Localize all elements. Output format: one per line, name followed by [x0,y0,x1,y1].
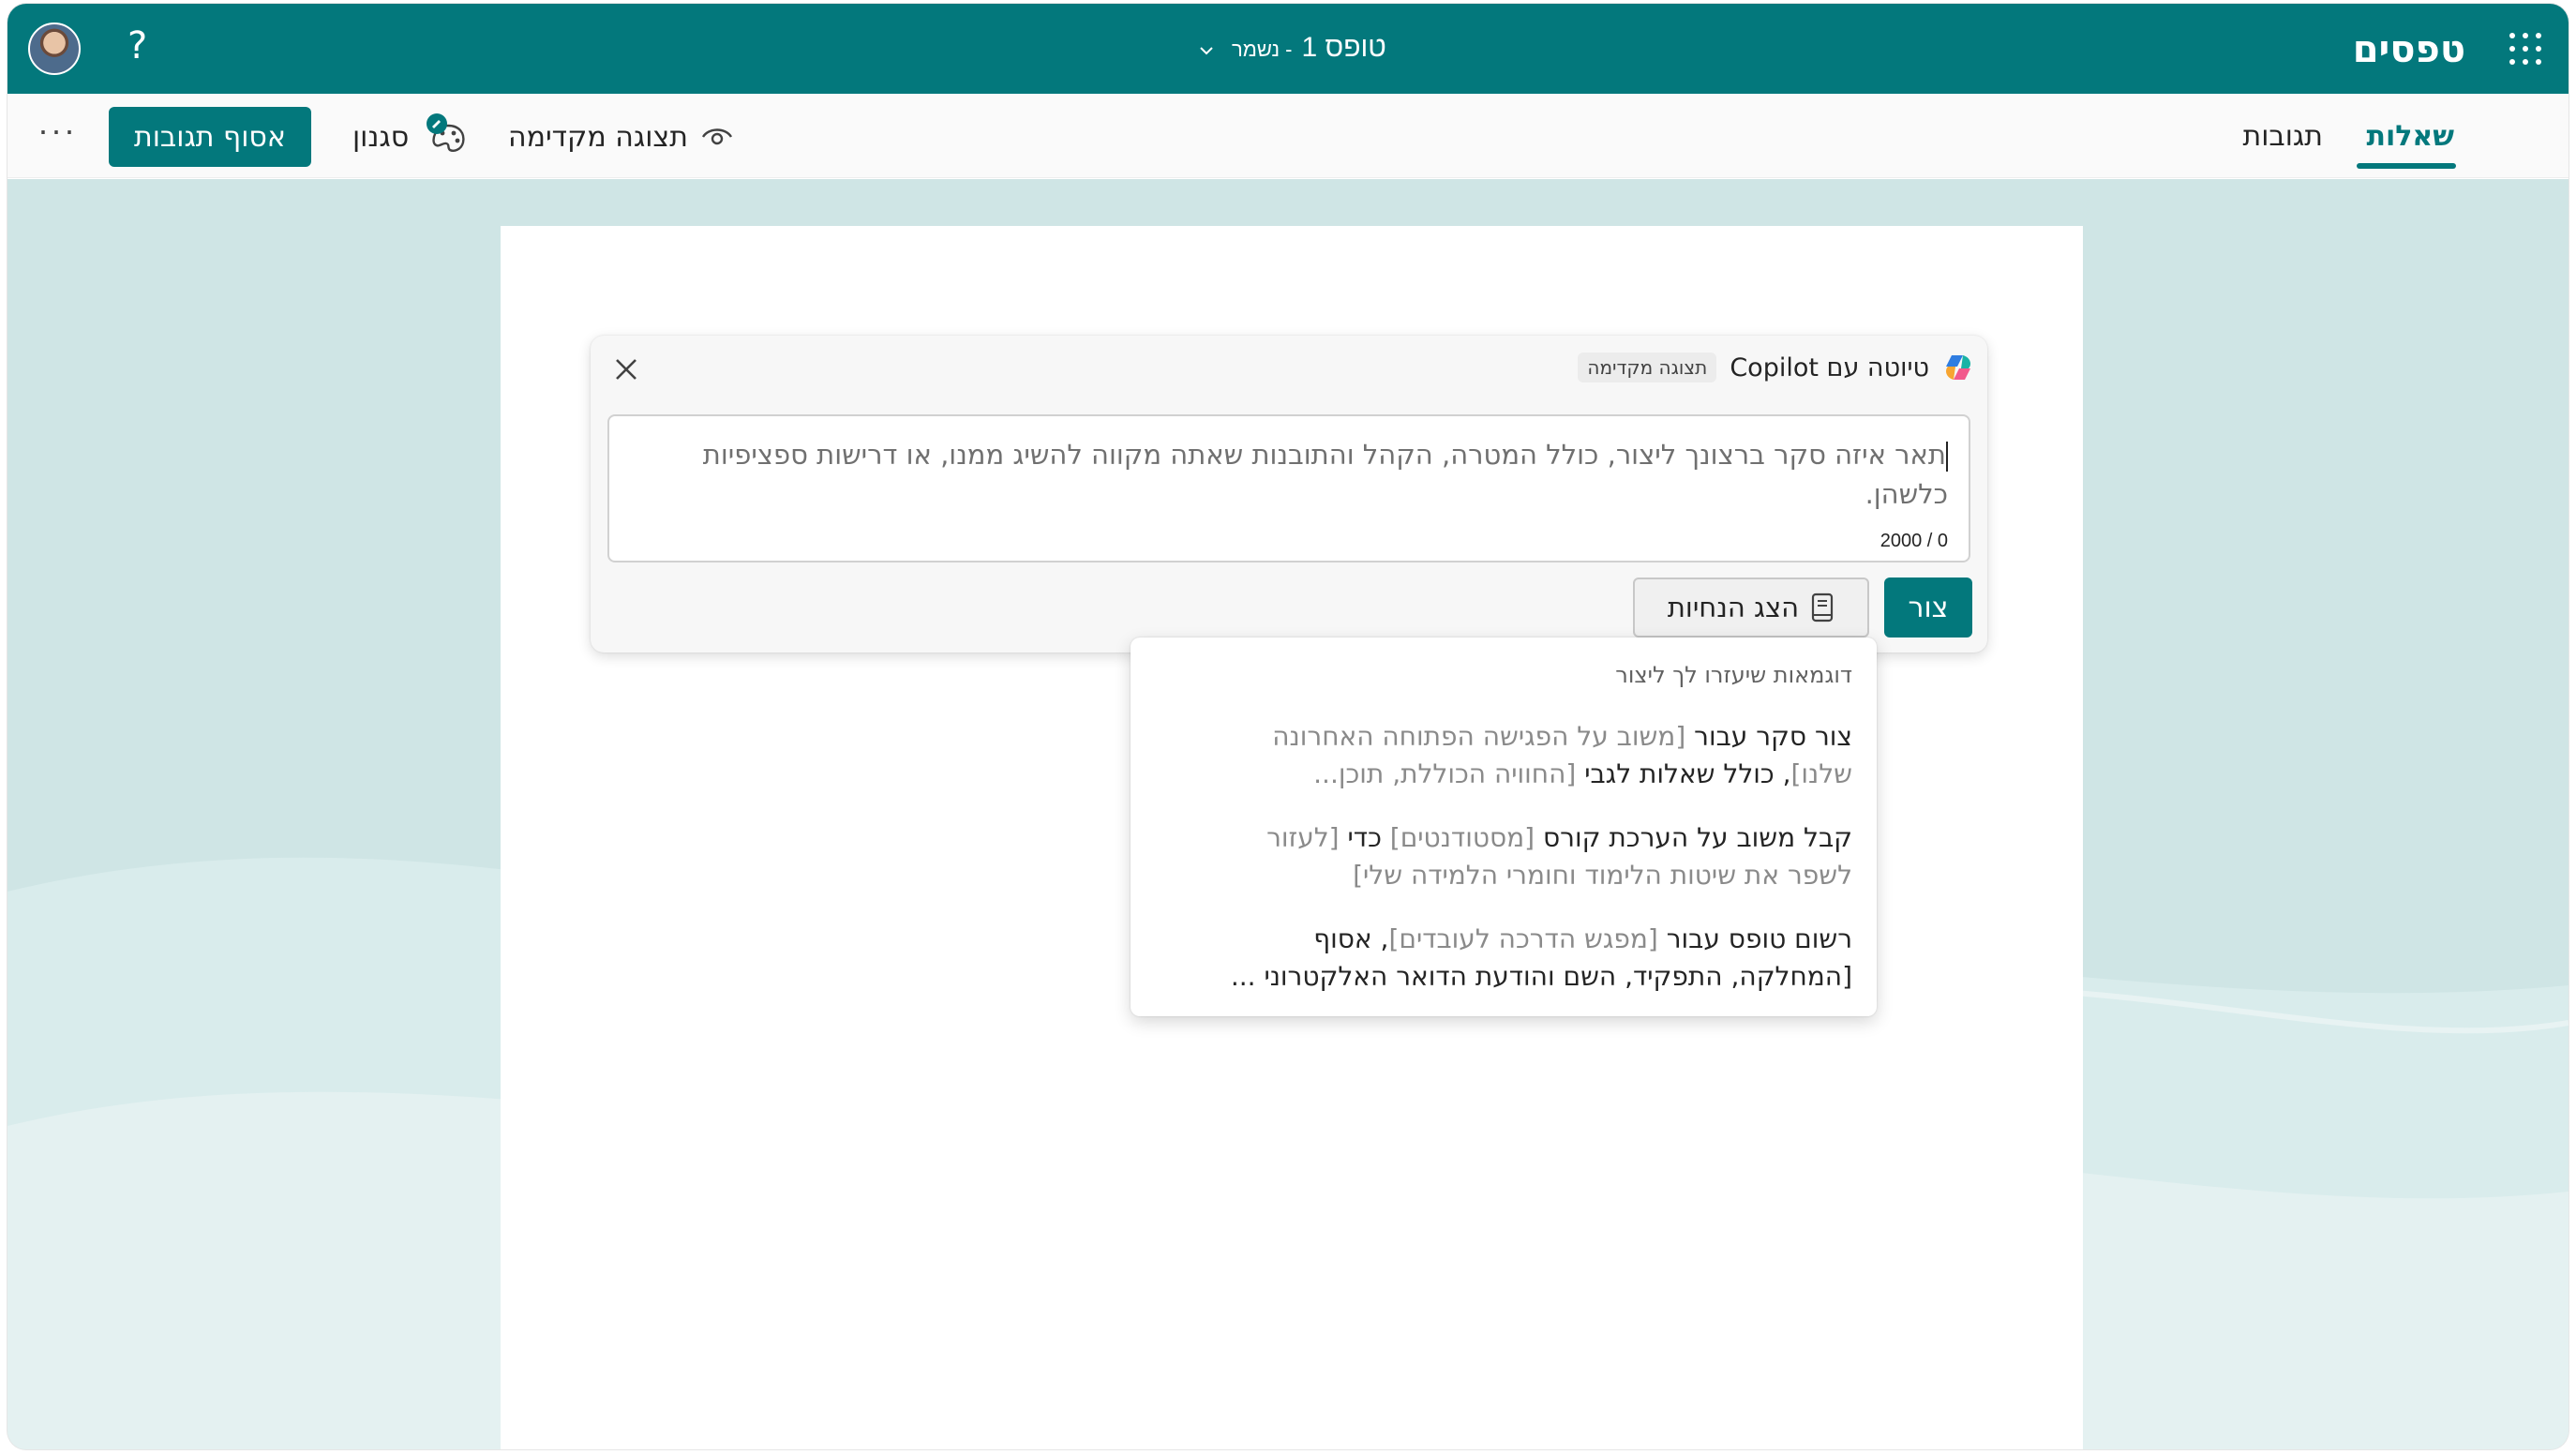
command-bar: שאלות תגובות תצוגה מקדימה סגנון אסוף תגו… [7,94,2569,178]
prompt-input[interactable]: תאר איזה סקר ברצונך ליצור, כולל המטרה, ה… [607,414,1970,562]
style-button[interactable]: סגנון [352,109,471,165]
save-status: - נשמר [1232,38,1293,61]
active-tab-indicator [2357,163,2456,169]
preview-badge: תצוגה מקדימה [1578,352,1717,382]
forms-window: טפסים טופס 1 - נשמר ? שאלות תגובות תצוגה… [7,4,2569,1449]
preview-button[interactable]: תצוגה מקדימה [508,109,733,165]
app-name[interactable]: טפסים [2353,28,2465,71]
character-counter: 2000 / 0 [1880,531,1948,551]
suggestions-heading: דוגמאות שיעזרו לך ליצור [1615,662,1852,688]
help-button[interactable]: ? [127,24,147,68]
notebook-icon [1812,592,1834,622]
copilot-title: טיוטה עם Copilot [1730,352,1929,382]
style-label: סגנון [352,120,410,154]
close-icon[interactable] [611,354,641,384]
suggestions-dropdown: דוגמאות שיעזרו לך ליצור צור סקר עבור [מש… [1131,638,1877,1016]
eye-icon [701,128,732,145]
copilot-icon [1946,355,1970,380]
create-button[interactable]: צור [1884,578,1972,638]
show-guides-label: הצג הנחיות [1667,592,1800,623]
show-guides-button[interactable]: הצג הנחיות [1633,578,1869,638]
copilot-draft-panel: טיוטה עם Copilot תצוגה מקדימה תאר איזה ס… [591,336,1987,652]
suggestion-item[interactable]: צור סקר עבור [משוב על הפגישה הפתוחה האחר… [1177,718,1852,793]
chevron-down-icon [1200,47,1213,55]
suggestion-item[interactable]: קבל משוב על הערכת קורס [מסטודנטים] כדי [… [1177,819,1852,894]
text-caret [1946,442,1948,472]
form-title-menu[interactable]: טופס 1 - נשמר [1198,32,1386,69]
tab-questions[interactable]: שאלות [2366,120,2454,153]
suggestion-item[interactable]: רשום טופס עבור [מפגש הדרכה לעובדים], אסו… [1177,921,1852,996]
app-header: טפסים טופס 1 - נשמר ? [7,4,2569,94]
app-launcher-icon[interactable] [2509,32,2542,66]
preview-label: תצוגה מקדימה [508,120,688,154]
prompt-placeholder[interactable]: תאר איזה סקר ברצונך ליצור, כולל המטרה, ה… [654,435,1948,514]
form-name: טופס 1 [1301,32,1386,63]
collect-responses-button[interactable]: אסוף תגובות [109,107,311,167]
palette-icon [427,113,465,152]
copilot-header: טיוטה עם Copilot תצוגה מקדימה [1578,349,1974,386]
user-avatar[interactable] [28,22,81,75]
tab-responses[interactable]: תגובות [2243,120,2324,153]
more-options-button[interactable]: ··· [37,111,77,150]
